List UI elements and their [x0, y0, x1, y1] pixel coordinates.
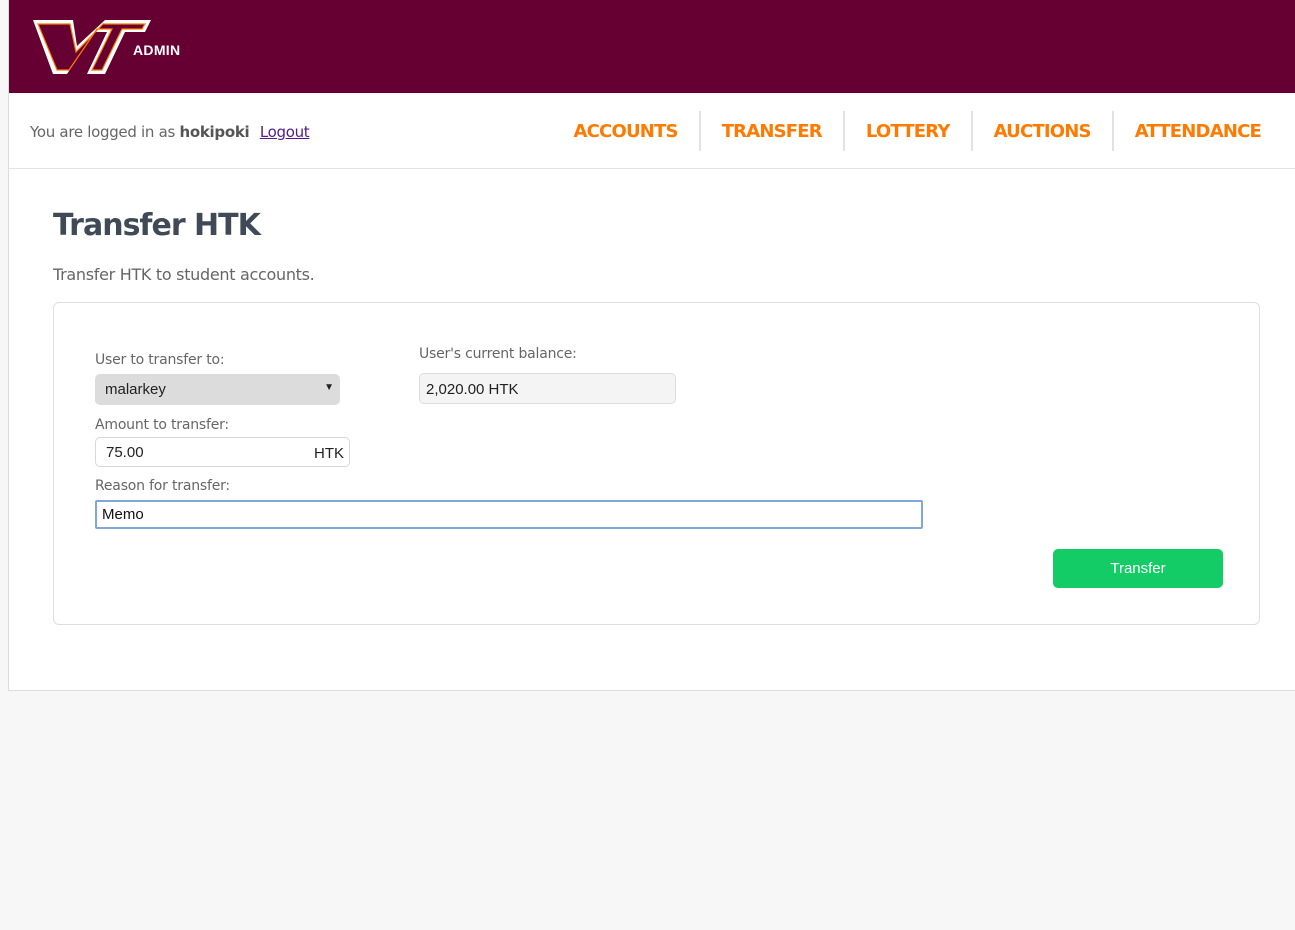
amount-unit: HTK [314, 445, 344, 462]
amount-input[interactable] [106, 444, 286, 461]
balance-label: User's current balance: [419, 346, 577, 362]
app-frame: ADMIN You are logged in as hokipoki Logo… [8, 0, 1295, 691]
amount-field[interactable]: HTK [95, 437, 350, 467]
transfer-form-card: User to transfer to: malarkey ▼ User's c… [53, 302, 1260, 625]
admin-label: ADMIN [133, 42, 181, 58]
amount-label: Amount to transfer: [95, 417, 229, 433]
logged-in-prefix: You are logged in as [30, 123, 176, 141]
balance-display: 2,020.00 HTK [419, 373, 676, 404]
page-title: Transfer HTK [53, 208, 261, 243]
chevron-down-icon: ▼ [324, 382, 334, 393]
login-info: You are logged in as hokipoki Logout [30, 123, 310, 141]
nav-lottery[interactable]: LOTTERY [842, 111, 971, 151]
nav-auctions[interactable]: AUCTIONS [970, 111, 1112, 151]
reason-input[interactable] [95, 500, 923, 529]
nav-accounts[interactable]: ACCOUNTS [553, 111, 699, 151]
user-select-value: malarkey [105, 381, 166, 398]
logout-link[interactable]: Logout [260, 123, 310, 141]
user-select[interactable]: malarkey ▼ [95, 374, 340, 405]
nav-attendance[interactable]: ATTENDANCE [1111, 111, 1282, 151]
username: hokipoki [179, 123, 250, 141]
transfer-button[interactable]: Transfer [1053, 549, 1223, 588]
header-bar: ADMIN [9, 0, 1295, 93]
user-nav-bar: You are logged in as hokipoki Logout ACC… [9, 93, 1295, 169]
reason-label: Reason for transfer: [95, 478, 230, 494]
main-nav: ACCOUNTS TRANSFER LOTTERY AUCTIONS ATTEN… [553, 111, 1282, 151]
user-select-label: User to transfer to: [95, 352, 225, 368]
page-subtitle: Transfer HTK to student accounts. [53, 265, 315, 284]
nav-transfer[interactable]: TRANSFER [698, 111, 843, 151]
